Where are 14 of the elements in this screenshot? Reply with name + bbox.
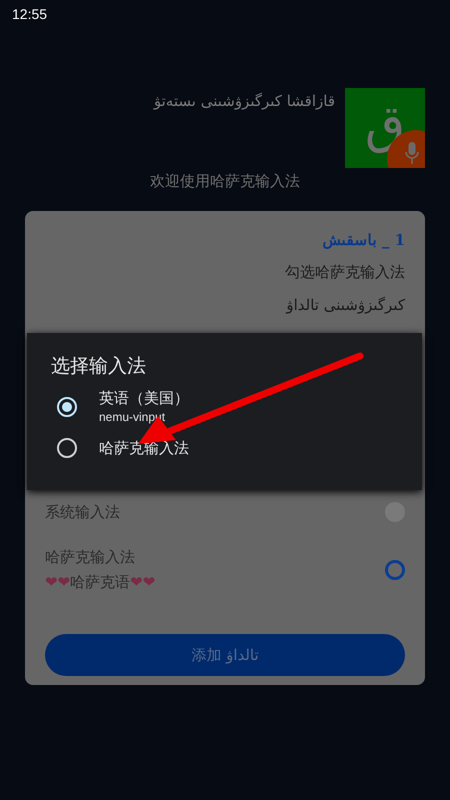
option-sublabel: nemu-vinput xyxy=(99,410,166,424)
status-time: 12:55 xyxy=(12,6,48,22)
dialog-title: 选择输入法 xyxy=(51,354,147,379)
welcome-text: 欢迎使用哈萨克输入法 xyxy=(149,172,301,191)
input-method-subtitle: ❤❤哈萨克语❤❤ xyxy=(45,573,156,592)
microphone-icon xyxy=(405,142,419,164)
input-method-name: 系统输入法 xyxy=(45,502,120,522)
radio-button[interactable] xyxy=(385,560,405,580)
input-method-name: 哈萨克输入法 xyxy=(45,548,136,567)
app-title: قازاقشا كىرگىزۋشىنى ىستەتۋ xyxy=(154,92,335,112)
option-label[interactable]: 英语（美国） xyxy=(99,389,189,408)
step-hint: كىرگىزۋشىنى تالداۋ xyxy=(284,296,405,314)
step-title: 1 _ باسقىش xyxy=(322,231,405,249)
step-text: 勾选哈萨克输入法 xyxy=(284,263,405,282)
